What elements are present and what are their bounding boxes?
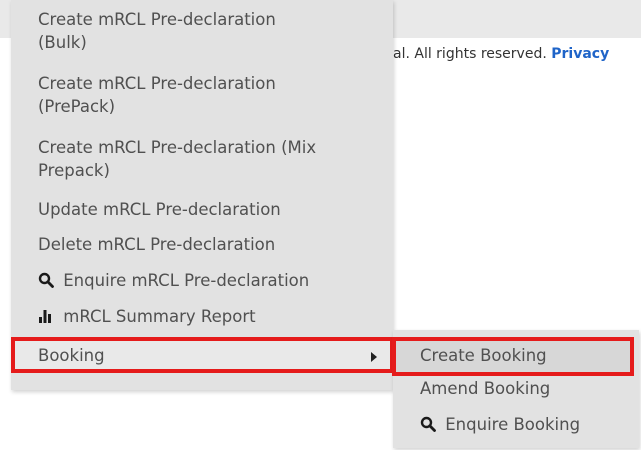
menu-item-enquire[interactable]: Enquire mRCL Pre-declaration (38, 269, 383, 294)
menu-item-label: (Bulk) (38, 33, 87, 52)
search-icon (38, 271, 58, 294)
submenu-item-amend-booking[interactable]: Amend Booking (420, 377, 550, 400)
menu-item-update[interactable]: Update mRCL Pre-declaration (38, 198, 383, 221)
footer-copyright: al. All rights reserved. Privacy (393, 46, 609, 62)
menu-item-create-prepack[interactable]: Create mRCL Pre-declaration (PrePack) (38, 72, 383, 118)
caret-right-icon (371, 352, 377, 362)
menu-item-create-bulk[interactable]: Create mRCL Pre-declaration (Bulk) (38, 8, 383, 54)
menu-item-label: Delete mRCL Pre-declaration (38, 235, 276, 254)
menu-item-create-mix-prepack[interactable]: Create mRCL Pre-declaration (Mix Prepack… (38, 136, 383, 182)
search-icon (420, 415, 440, 438)
menu-item-booking[interactable]: Booking (11, 337, 394, 373)
submenu-item-enquire-booking[interactable]: Enquire Booking (420, 413, 580, 438)
submenu-item-label: Amend Booking (420, 379, 551, 398)
menu-item-label: Create mRCL Pre-declaration (Mix (38, 138, 317, 157)
bar-chart-icon (38, 307, 58, 330)
menu-item-label: Create mRCL Pre-declaration (38, 74, 276, 93)
privacy-link[interactable]: Privacy (551, 46, 609, 62)
menu-item-summary-report[interactable]: mRCL Summary Report (38, 305, 383, 330)
menu-item-label: Create mRCL Pre-declaration (38, 10, 276, 29)
menu-item-label: (PrePack) (38, 97, 116, 116)
menu-item-label: Booking (38, 346, 105, 365)
menu-item-label: Prepack) (38, 161, 110, 180)
menu-item-label: Update mRCL Pre-declaration (38, 200, 281, 219)
menu-item-label: Enquire mRCL Pre-declaration (63, 271, 310, 290)
submenu-item-label: Create Booking (420, 346, 547, 365)
menu-item-delete[interactable]: Delete mRCL Pre-declaration (38, 233, 383, 256)
menu-item-label: mRCL Summary Report (63, 307, 256, 326)
footer-text: al. All rights reserved. (393, 46, 547, 62)
dropdown-menu: Create mRCL Pre-declaration (Bulk) Creat… (11, 0, 393, 390)
submenu-item-label: Enquire Booking (445, 415, 581, 434)
submenu-item-create-booking[interactable]: Create Booking (392, 337, 634, 376)
